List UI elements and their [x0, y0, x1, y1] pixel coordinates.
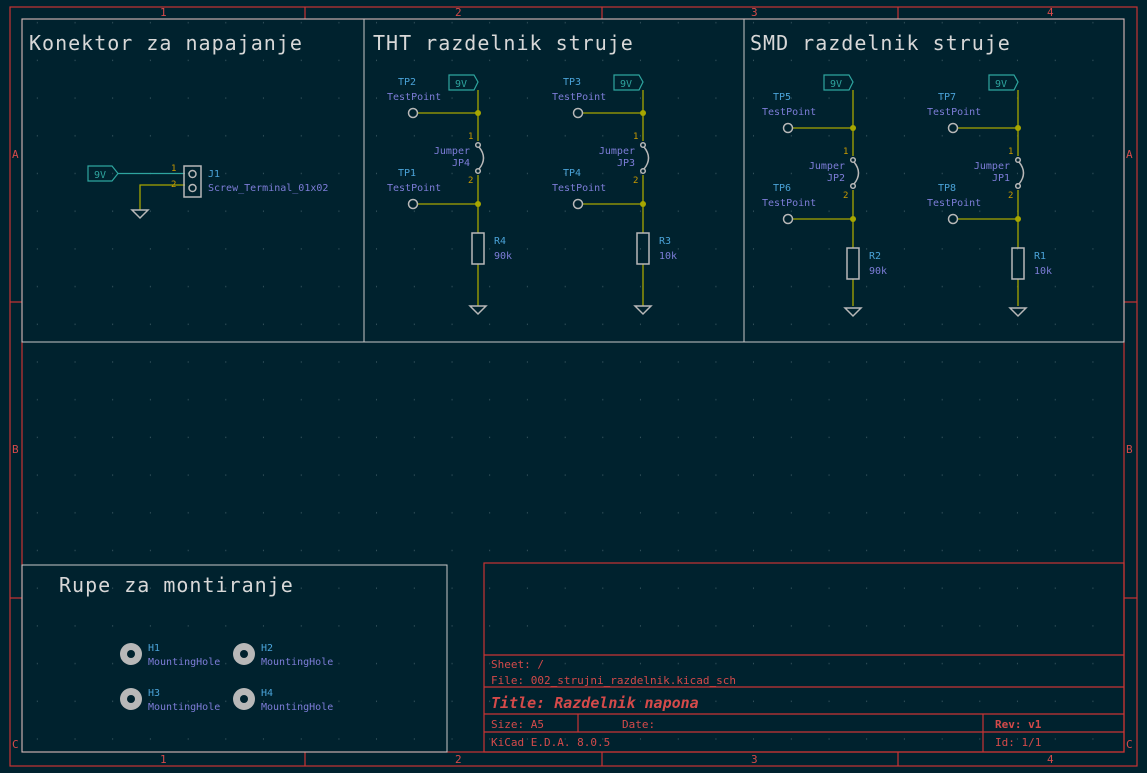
junction: [640, 110, 646, 116]
column-label: 1: [160, 6, 167, 19]
grid: [22, 19, 1124, 752]
schematic-canvas[interactable]: 1 1 2 2 3 3 4 4 A A B B C C Konektor za napajanje THT…: [0, 0, 1147, 773]
component-ref: TP2: [398, 77, 416, 88]
pin-number: 2: [633, 176, 638, 186]
revision: Rev: v1: [995, 718, 1042, 731]
component-value: 10k: [659, 251, 677, 262]
component-value: Jumper: [974, 161, 1010, 172]
hole-center: [240, 650, 248, 658]
junction: [475, 110, 481, 116]
junction: [850, 125, 856, 131]
sheet-title-holes: Rupe za montiranje: [59, 573, 294, 597]
drawing-title: Title: Razdelnik napona: [491, 694, 699, 712]
column-label: 3: [751, 753, 758, 766]
pin-number: 1: [843, 147, 848, 157]
component-value: Screw_Terminal_01x02: [208, 183, 328, 194]
component-ref: TP8: [938, 183, 956, 194]
pin-number: 2: [468, 176, 473, 186]
column-label: 1: [160, 753, 167, 766]
junction: [850, 216, 856, 222]
hole-center: [240, 695, 248, 703]
component-value: 90k: [494, 251, 512, 262]
row-label: C: [12, 738, 19, 751]
pin-number: 1: [468, 132, 473, 142]
component-ref: TP1: [398, 168, 416, 179]
component-ref: R4: [494, 236, 506, 247]
date: Date:: [622, 718, 655, 731]
row-label: A: [12, 148, 19, 161]
component-value: MountingHole: [148, 657, 220, 668]
column-label: 4: [1047, 753, 1054, 766]
component-ref: TP6: [773, 183, 791, 194]
component-value: TestPoint: [387, 92, 441, 103]
pin-number: 1: [633, 132, 638, 142]
component-ref: TP3: [563, 77, 581, 88]
sheet-title-tht: THT razdelnik struje: [373, 31, 634, 55]
component-value: Jumper: [599, 146, 635, 157]
row-label: C: [1126, 738, 1133, 751]
component-value: TestPoint: [927, 198, 981, 209]
component-value: MountingHole: [261, 702, 333, 713]
component-ref: R1: [1034, 251, 1046, 262]
component-ref: H1: [148, 643, 160, 654]
row-label: A: [1126, 148, 1133, 161]
component-ref: H2: [261, 643, 273, 654]
component-value: TestPoint: [552, 92, 606, 103]
pin-number: 1: [171, 164, 176, 174]
junction: [1015, 216, 1021, 222]
column-label: 2: [455, 753, 462, 766]
component-value: TestPoint: [762, 107, 816, 118]
pin-number: 2: [1008, 191, 1013, 201]
component-value: TestPoint: [762, 198, 816, 209]
net-label-text: 9V: [620, 79, 632, 90]
component-value: TestPoint: [927, 107, 981, 118]
component-value: TestPoint: [387, 183, 441, 194]
component-value: Jumper: [434, 146, 470, 157]
column-label: 4: [1047, 6, 1054, 19]
component-value: 10k: [1034, 266, 1052, 277]
component-ref: H3: [148, 688, 160, 699]
component-ref: R2: [869, 251, 881, 262]
sheet-title-smd: SMD razdelnik struje: [750, 31, 1011, 55]
row-label: B: [1126, 443, 1133, 456]
component-ref: JP4: [452, 158, 470, 169]
component-value: MountingHole: [148, 702, 220, 713]
component-ref: R3: [659, 236, 671, 247]
paper-size: Size: A5: [491, 718, 544, 731]
component-ref: TP4: [563, 168, 581, 179]
net-label-text: 9V: [995, 79, 1007, 90]
sheet-id: Id: 1/1: [995, 736, 1041, 749]
net-label-text: 9V: [94, 170, 106, 181]
component-value: Jumper: [809, 161, 845, 172]
component-ref: TP5: [773, 92, 791, 103]
component-ref: J1: [208, 169, 220, 180]
net-label-text: 9V: [830, 79, 842, 90]
net-label-text: 9V: [455, 79, 467, 90]
column-label: 2: [455, 6, 462, 19]
sheet-title-connector: Konektor za napajanje: [29, 31, 303, 55]
junction: [1015, 125, 1021, 131]
component-ref: H4: [261, 688, 273, 699]
junction: [475, 201, 481, 207]
hole-center: [127, 695, 135, 703]
component-ref: TP7: [938, 92, 956, 103]
component-ref: JP2: [827, 173, 845, 184]
column-label: 3: [751, 6, 758, 19]
kicad-version: KiCad E.D.A. 8.0.5: [491, 736, 610, 749]
pin-number: 2: [843, 191, 848, 201]
component-ref: JP3: [617, 158, 635, 169]
component-value: 90k: [869, 266, 887, 277]
pin-number: 2: [171, 180, 176, 190]
junction: [640, 201, 646, 207]
component-ref: JP1: [992, 173, 1010, 184]
row-label: B: [12, 443, 19, 456]
component-value: MountingHole: [261, 657, 333, 668]
sheet-path: Sheet: /: [491, 658, 544, 671]
component-value: TestPoint: [552, 183, 606, 194]
file-name: File: 002_strujni_razdelnik.kicad_sch: [491, 674, 736, 687]
hole-center: [127, 650, 135, 658]
pin-number: 1: [1008, 147, 1013, 157]
